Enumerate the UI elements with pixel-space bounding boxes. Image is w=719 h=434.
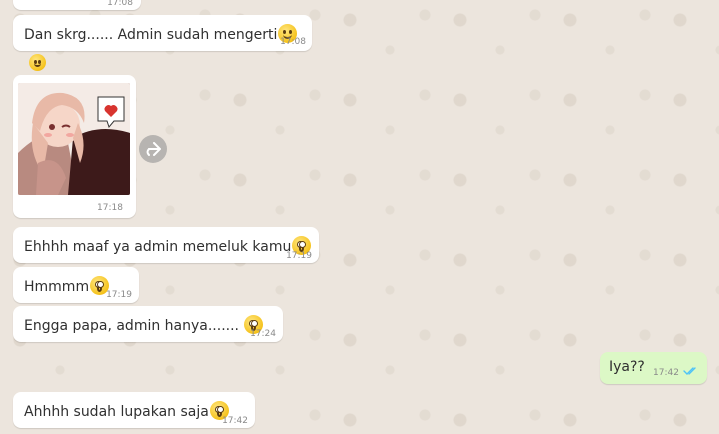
message-text: Engga papa, admin hanya.......	[24, 315, 264, 334]
message-bubble[interactable]: Dan skrg...... Admin sudah mengerti 17:0…	[13, 15, 312, 51]
forward-button[interactable]	[139, 135, 167, 163]
message-time: 17:24	[250, 329, 276, 339]
message-text: Ehhhh maaf ya admin memeluk kamu	[24, 236, 312, 255]
message-time: 17:19	[286, 251, 312, 261]
anime-illustration-icon	[18, 83, 130, 195]
message-bubble[interactable]: Hmmmm 17:19	[13, 267, 139, 303]
message-bubble-partial[interactable]: 17:08	[13, 0, 141, 10]
message-text-content: Ehhhh maaf ya admin memeluk kamu	[24, 239, 292, 255]
message-text: Iya??	[609, 359, 645, 375]
message-text: Hmmmm	[24, 276, 110, 295]
message-time: 17:08	[107, 0, 133, 8]
message-bubble[interactable]: Ahhhh sudah lupakan saja 17:42	[13, 392, 255, 428]
message-bubble[interactable]: Engga papa, admin hanya....... 17:24	[13, 306, 283, 342]
message-time: 17:18	[97, 203, 123, 213]
message-text-content: Dan skrg...... Admin sudah mengerti	[24, 27, 278, 43]
message-time: 17:08	[280, 37, 306, 47]
emoji-glyph	[29, 54, 46, 71]
outgoing-message-bubble[interactable]: Iya?? 17:42	[600, 352, 707, 384]
read-receipt-double-check-icon	[683, 367, 696, 375]
grinning-sweat-face-icon[interactable]	[28, 52, 46, 71]
message-text: Ahhhh sudah lupakan saja	[24, 401, 229, 420]
message-text-content: Hmmmm	[24, 279, 90, 295]
message-text-content: Engga papa, admin hanya.......	[24, 318, 244, 334]
message-time: 17:42	[653, 368, 679, 378]
message-bubble[interactable]: Ehhhh maaf ya admin memeluk kamu 17:19	[13, 227, 319, 263]
message-time: 17:19	[106, 290, 132, 300]
message-text: Dan skrg...... Admin sudah mengerti	[24, 24, 298, 43]
photo-thumbnail[interactable]	[18, 83, 130, 195]
forward-arrow-icon	[146, 142, 161, 156]
image-message-bubble[interactable]: 17:18	[13, 75, 136, 218]
message-text-content: Ahhhh sudah lupakan saja	[24, 404, 209, 420]
message-time: 17:42	[222, 416, 248, 426]
